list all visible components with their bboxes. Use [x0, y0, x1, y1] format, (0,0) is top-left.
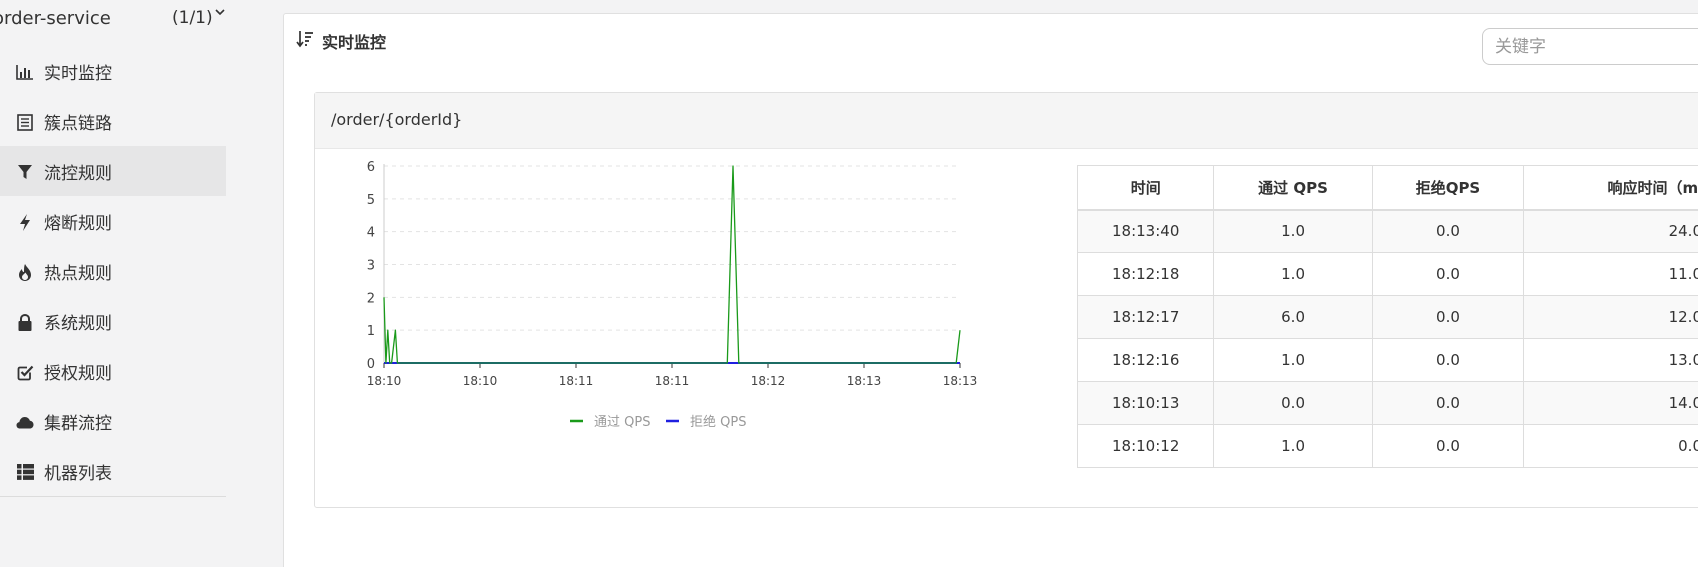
filter-icon	[16, 163, 34, 181]
sidebar-item-flow-rules[interactable]: 流控规则	[0, 146, 226, 196]
list-alt-icon	[16, 113, 34, 131]
x-tick-label: 18:11	[655, 374, 690, 388]
table-row: 18:10:121.00.00.0	[1076, 424, 1698, 468]
cell-response-time: 12.0	[1523, 295, 1698, 339]
cell-block-qps: 0.0	[1371, 381, 1525, 425]
sidebar-item-label: 流控规则	[44, 164, 112, 184]
bar-chart-icon	[16, 63, 34, 81]
check-square-icon	[16, 363, 34, 381]
sidebar-item-auth-rules[interactable]: 授权规则	[0, 346, 226, 396]
panel-title: 实时监控	[322, 33, 387, 52]
cell-pass-qps: 6.0	[1213, 295, 1373, 339]
app-instance-count: (1/1)	[172, 8, 213, 28]
qps-line-chart: 0 1 2 3 4 5 6 18:10 18:10 18:11 18:11 18:12 18:13 18:…	[367, 160, 978, 430]
y-tick-label: 5	[367, 193, 375, 208]
sort-amount-desc-icon	[296, 31, 313, 48]
cell-pass-qps: 1.0	[1213, 209, 1373, 253]
y-tick-label: 0	[367, 357, 375, 372]
cell-time: 18:10:13	[1076, 381, 1215, 425]
resource-name: /order/{orderId}	[331, 110, 463, 129]
cell-pass-qps: 1.0	[1213, 252, 1373, 296]
cell-time: 18:12:17	[1076, 295, 1215, 339]
legend-block-qps-label: 拒绝 QPS	[690, 414, 746, 430]
sidebar-divider	[0, 496, 226, 497]
sidebar-menu: 实时监控 簇点链路 流控规则 熔断规则 热点规则 系统规则 授权规则 集群流控 …	[0, 46, 226, 496]
cell-pass-qps: 1.0	[1213, 424, 1373, 468]
table-row: 18:13:401.00.024.0	[1076, 209, 1698, 253]
resource-card: /order/{orderId} 0 1 2 3 4 5 6 18:10 18:10 18:11 1…	[314, 92, 1698, 508]
cell-response-time: 11.0	[1523, 252, 1698, 296]
sidebar-item-cluster-links[interactable]: 簇点链路	[0, 96, 226, 146]
th-list-icon	[16, 463, 34, 481]
table-header-row: 时间 通过 QPS 拒绝QPS 响应时间（ms）	[1076, 165, 1698, 211]
resource-header: /order/{orderId}	[315, 93, 1698, 149]
y-tick-label: 6	[367, 160, 375, 175]
cell-response-time: 24.0	[1523, 209, 1698, 253]
x-tick-label: 18:13	[943, 374, 978, 388]
table-header-time: 时间	[1076, 165, 1215, 211]
sidebar-item-label: 热点规则	[44, 264, 112, 284]
cell-block-qps: 0.0	[1371, 295, 1525, 339]
x-tick-label: 18:10	[463, 374, 498, 388]
x-tick-label: 18:11	[559, 374, 594, 388]
cell-block-qps: 0.0	[1371, 252, 1525, 296]
cell-pass-qps: 1.0	[1213, 338, 1373, 382]
x-tick-label: 18:10	[367, 374, 402, 388]
sidebar-item-system-rules[interactable]: 系统规则	[0, 296, 226, 346]
table-row: 18:10:130.00.014.0	[1076, 381, 1698, 425]
realtime-monitor-panel: 实时监控 /order/{orderId} 0 1 2 3 4 5 6 18:10 18:10 1…	[283, 13, 1698, 567]
table-header-block-qps: 拒绝QPS	[1371, 165, 1525, 211]
table-header-response-time-text: 响应时间（ms）	[1607, 178, 1698, 197]
cell-time: 18:12:18	[1076, 252, 1215, 296]
sidebar-item-label: 授权规则	[44, 364, 112, 384]
app-name: order-service	[0, 8, 111, 29]
lock-icon	[16, 313, 34, 331]
x-tick-label: 18:12	[751, 374, 786, 388]
cell-block-qps: 0.0	[1371, 338, 1525, 382]
table-row: 18:12:176.00.012.0	[1076, 295, 1698, 339]
cell-pass-qps: 0.0	[1213, 381, 1373, 425]
table-row: 18:12:181.00.011.0	[1076, 252, 1698, 296]
sidebar-item-degrade-rules[interactable]: 熔断规则	[0, 196, 226, 246]
sidebar-item-label: 系统规则	[44, 314, 112, 334]
cell-response-time: 13.0	[1523, 338, 1698, 382]
table-header-pass-qps: 通过 QPS	[1213, 165, 1373, 211]
sidebar-item-label: 集群流控	[44, 414, 112, 434]
table-row: 18:12:161.00.013.0	[1076, 338, 1698, 382]
metrics-table-body: 18:13:401.00.024.018:12:181.00.011.018:1…	[1076, 209, 1698, 468]
metrics-table: 时间 通过 QPS 拒绝QPS 响应时间（ms） 18:13:401.00.02…	[1076, 165, 1698, 468]
sidebar-item-label: 熔断规则	[44, 214, 112, 234]
sidebar-item-hotspot-rules[interactable]: 热点规则	[0, 246, 226, 296]
y-tick-label: 3	[367, 259, 375, 274]
sidebar-item-label: 实时监控	[44, 64, 112, 84]
y-tick-label: 2	[367, 291, 375, 306]
sidebar-item-label: 机器列表	[44, 464, 112, 484]
cell-response-time: 14.0	[1523, 381, 1698, 425]
cell-time: 18:12:16	[1076, 338, 1215, 382]
cloud-icon	[16, 413, 34, 431]
cell-response-time: 0.0	[1523, 424, 1698, 468]
sidebar-item-label: 簇点链路	[44, 114, 112, 134]
sidebar-item-realtime-monitor[interactable]: 实时监控	[0, 46, 226, 96]
cell-time: 18:13:40	[1076, 209, 1215, 253]
y-tick-label: 4	[367, 226, 375, 241]
app-header[interactable]: order-service (1/1)	[0, 0, 226, 38]
chevron-down-icon[interactable]	[214, 6, 226, 18]
sidebar-item-cluster-flow[interactable]: 集群流控	[0, 396, 226, 446]
table-header-response-time: 响应时间（ms）	[1523, 165, 1698, 211]
y-tick-label: 1	[367, 324, 375, 339]
x-tick-label: 18:13	[847, 374, 882, 388]
flash-icon	[16, 213, 34, 231]
sidebar: order-service (1/1) 实时监控 簇点链路 流控规则 熔断规则 …	[0, 0, 226, 567]
cell-block-qps: 0.0	[1371, 424, 1525, 468]
cell-time: 18:10:12	[1076, 424, 1215, 468]
legend-pass-qps-label: 通过 QPS	[594, 415, 650, 430]
keyword-search-input[interactable]	[1482, 28, 1698, 65]
fire-icon	[16, 263, 34, 281]
sidebar-item-machine-list[interactable]: 机器列表	[0, 446, 226, 496]
cell-block-qps: 0.0	[1371, 209, 1525, 253]
